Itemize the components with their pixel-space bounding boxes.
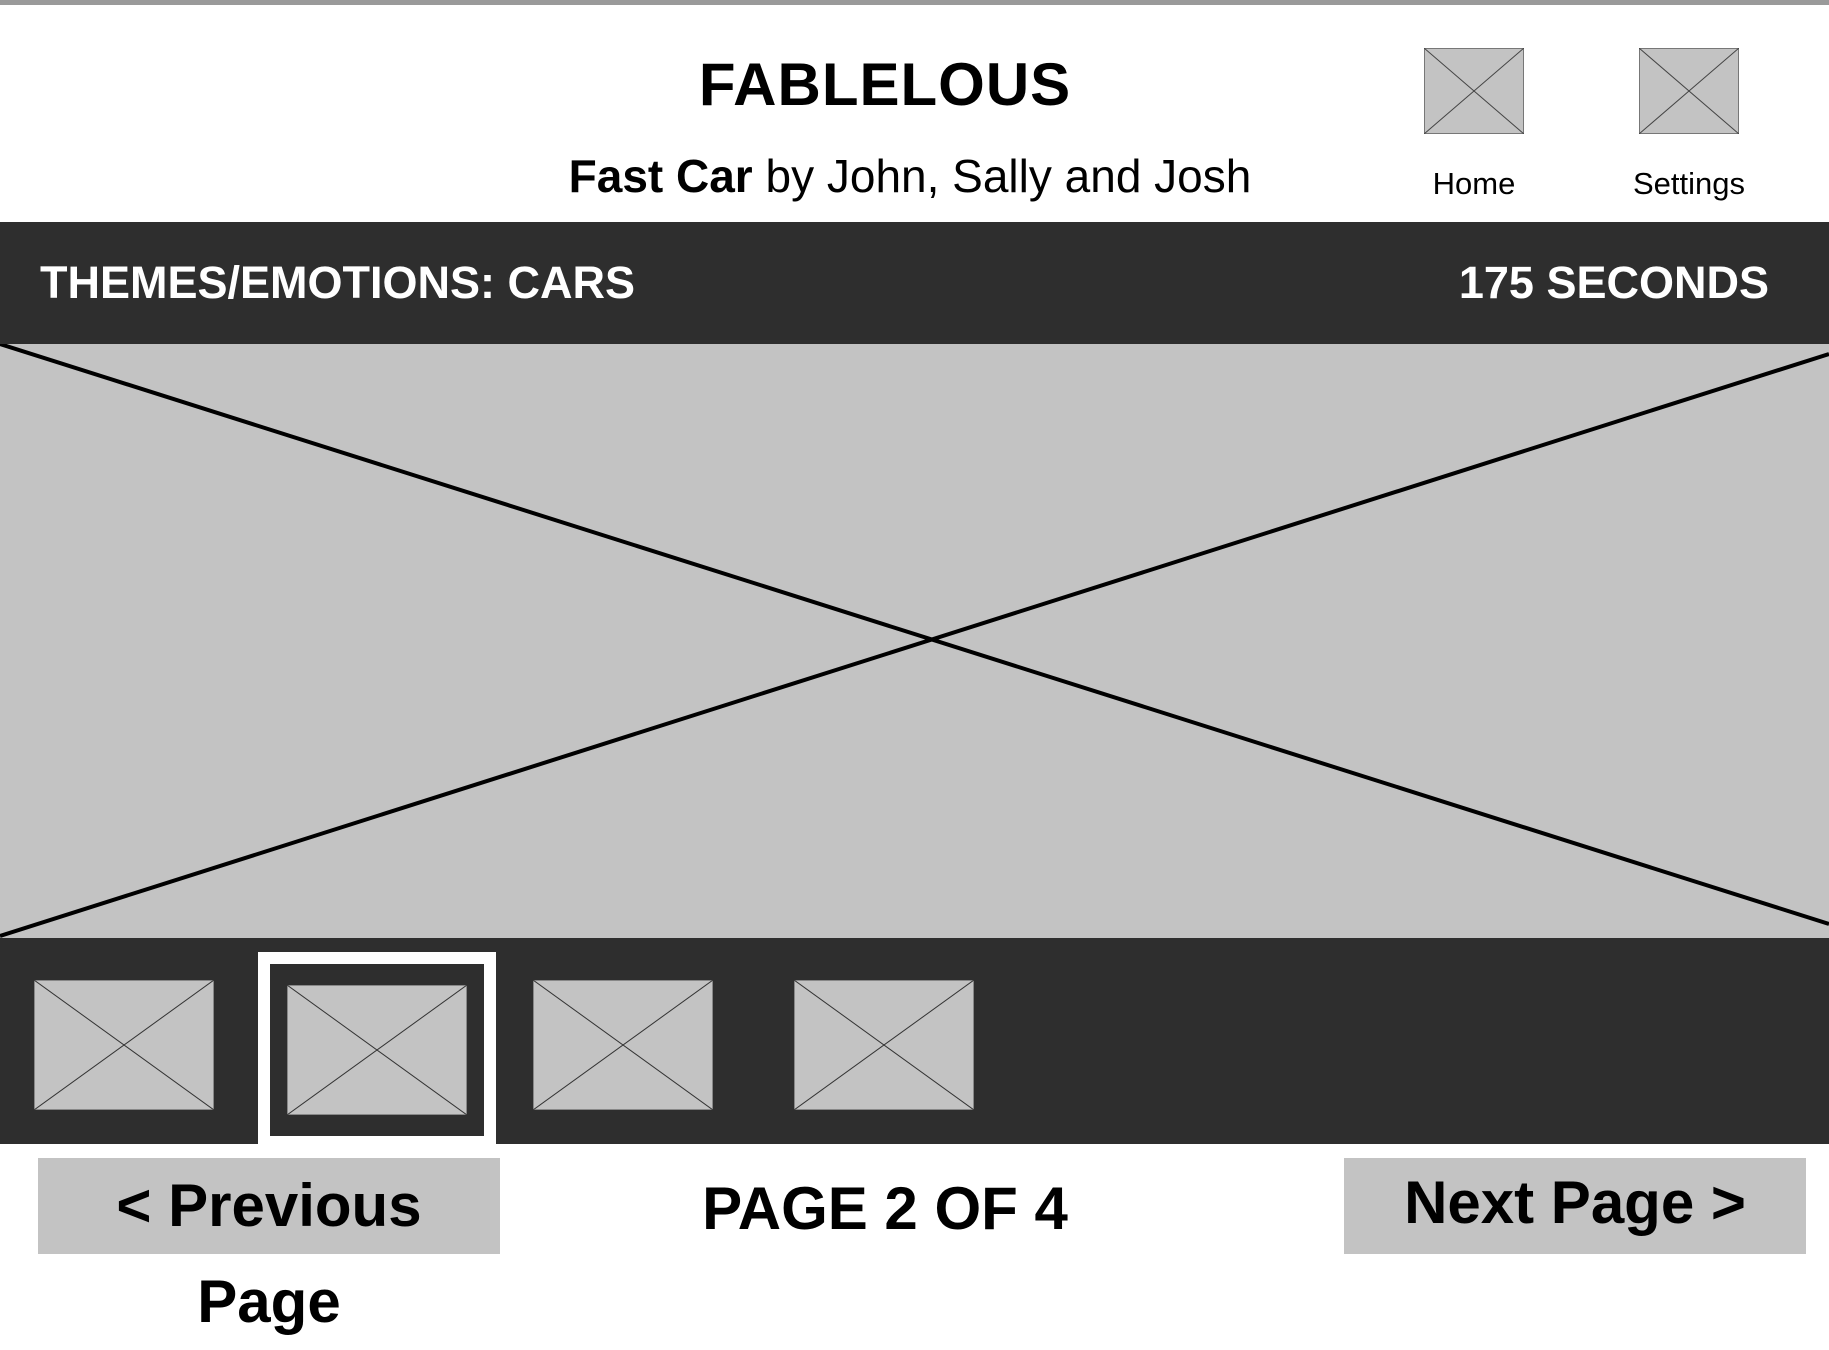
story-subtitle: Fast Car by John, Sally and Josh <box>460 148 1360 204</box>
page-indicator: PAGE 2 OF 4 <box>702 1175 1068 1242</box>
main-story-image <box>0 344 1829 938</box>
home-button[interactable]: Home <box>1404 48 1544 208</box>
home-label: Home <box>1432 166 1516 201</box>
app-title: FABLELOUS <box>698 51 1072 118</box>
image-placeholder-icon <box>287 985 467 1115</box>
page-thumbnail-4[interactable] <box>794 980 974 1110</box>
top-border <box>0 0 1829 5</box>
page-thumbnail-2-selected[interactable] <box>258 952 496 1148</box>
theme-label: THEMES/EMOTIONS: CARS <box>40 257 636 308</box>
image-placeholder-icon <box>1639 48 1739 134</box>
page-navigation-bar: < Previous Page PAGE 2 OF 4 Next Page > <box>0 1144 1829 1335</box>
image-placeholder-icon <box>1424 48 1524 134</box>
story-byline: by John, Sally and Josh <box>752 150 1252 202</box>
page-thumbnail-strip <box>0 938 1829 1148</box>
previous-page-button[interactable]: < Previous Page <box>38 1158 500 1335</box>
settings-button[interactable]: Settings <box>1619 48 1759 208</box>
story-title: Fast Car <box>568 150 753 202</box>
settings-label: Settings <box>1632 166 1745 201</box>
page-thumbnail-3[interactable] <box>533 980 713 1110</box>
info-bar: THEMES/EMOTIONS: CARS 175 SECONDS <box>0 222 1829 344</box>
timer-label: 175 SECONDS <box>1458 257 1769 308</box>
next-page-button[interactable]: Next Page > <box>1344 1158 1806 1254</box>
page-thumbnail-1[interactable] <box>34 980 214 1110</box>
